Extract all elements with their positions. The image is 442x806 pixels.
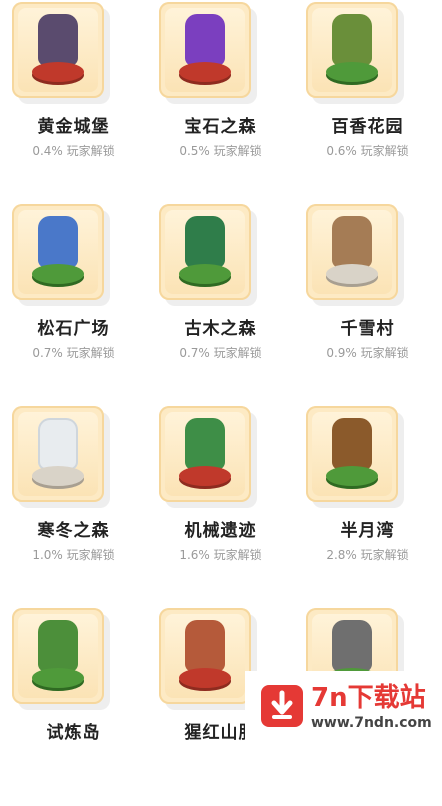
map-base: [179, 466, 231, 486]
unlock-rate: 1.0% 玩家解锁: [32, 548, 115, 562]
download-arrow-icon: [261, 685, 303, 727]
map-thumbnail: [12, 406, 104, 502]
watermark-url: www.7ndn.com: [311, 715, 432, 731]
map-base: [326, 264, 378, 284]
map-thumbnail: [12, 608, 104, 704]
watermark: 7n下载站 www.7ndn.com: [245, 671, 442, 743]
trial-island-icon: [38, 620, 78, 672]
half-moon-bay-icon: [332, 418, 372, 470]
map-name: 半月湾: [340, 521, 395, 541]
map-thumbnail: [159, 406, 251, 502]
scarlet-mountain-icon: [185, 620, 225, 672]
unlock-rate: 0.7% 玩家解锁: [179, 346, 262, 360]
map-card-golden-castle[interactable]: 黄金城堡 0.4% 玩家解锁: [0, 0, 147, 200]
map-thumbnail: [306, 2, 398, 98]
map-thumbnail: [306, 406, 398, 502]
map-card-ancient-forest[interactable]: 古木之森 0.7% 玩家解锁: [147, 202, 294, 402]
map-name: 千雪村: [340, 319, 395, 339]
map-thumbnail: [159, 204, 251, 300]
snow-village-icon: [332, 216, 372, 268]
map-name: 松石广场: [37, 319, 110, 339]
map-name: 宝石之森: [184, 117, 257, 137]
watermark-title: 7n下载站: [311, 683, 426, 713]
turquoise-square-icon: [38, 216, 78, 268]
map-name: 百香花园: [331, 117, 404, 137]
map-name: 试炼岛: [46, 723, 101, 743]
map-card-gem-forest[interactable]: 宝石之森 0.5% 玩家解锁: [147, 0, 294, 200]
unlock-rate: 0.9% 玩家解锁: [326, 346, 409, 360]
stone-monolith-icon: [332, 620, 372, 672]
map-thumbnail: [12, 204, 104, 300]
unlock-rate: 0.4% 玩家解锁: [32, 144, 115, 158]
map-card-half-moon-bay[interactable]: 半月湾 2.8% 玩家解锁: [294, 404, 441, 604]
map-base: [32, 668, 84, 688]
unlock-rate: 0.6% 玩家解锁: [326, 144, 409, 158]
map-unlock-grid: 黄金城堡 0.4% 玩家解锁 宝石之森 0.5% 玩家解锁 百香花园 0.6% …: [0, 0, 442, 743]
map-card-snow-village[interactable]: 千雪村 0.9% 玩家解锁: [294, 202, 441, 402]
ancient-forest-icon: [185, 216, 225, 268]
map-base: [32, 264, 84, 284]
flower-garden-icon: [332, 14, 372, 66]
golden-castle-icon: [38, 14, 78, 66]
unlock-rate: 0.7% 玩家解锁: [32, 346, 115, 360]
map-thumbnail: [12, 2, 104, 98]
unlock-rate: 2.8% 玩家解锁: [326, 548, 409, 562]
map-base: [179, 62, 231, 82]
map-card-turquoise-square[interactable]: 松石广场 0.7% 玩家解锁: [0, 202, 147, 402]
gem-forest-icon: [185, 14, 225, 66]
map-name: 古木之森: [184, 319, 257, 339]
map-name: 寒冬之森: [37, 521, 110, 541]
unlock-rate: 1.6% 玩家解锁: [179, 548, 262, 562]
map-name: 黄金城堡: [37, 117, 110, 137]
map-base: [32, 466, 84, 486]
map-thumbnail: [159, 2, 251, 98]
map-thumbnail: [306, 204, 398, 300]
map-card-mechanical-ruins[interactable]: 机械遗迹 1.6% 玩家解锁: [147, 404, 294, 604]
unlock-rate: 0.5% 玩家解锁: [179, 144, 262, 158]
mechanical-ruins-icon: [185, 418, 225, 470]
map-name: 机械遗迹: [184, 521, 257, 541]
map-card-flower-garden[interactable]: 百香花园 0.6% 玩家解锁: [294, 0, 441, 200]
map-card-winter-forest[interactable]: 寒冬之森 1.0% 玩家解锁: [0, 404, 147, 604]
map-base: [326, 62, 378, 82]
map-base: [32, 62, 84, 82]
map-base: [326, 466, 378, 486]
winter-forest-icon: [38, 418, 78, 470]
map-base: [179, 264, 231, 284]
map-thumbnail: [159, 608, 251, 704]
map-base: [179, 668, 231, 688]
map-card-trial-island[interactable]: 试炼岛: [0, 606, 147, 806]
